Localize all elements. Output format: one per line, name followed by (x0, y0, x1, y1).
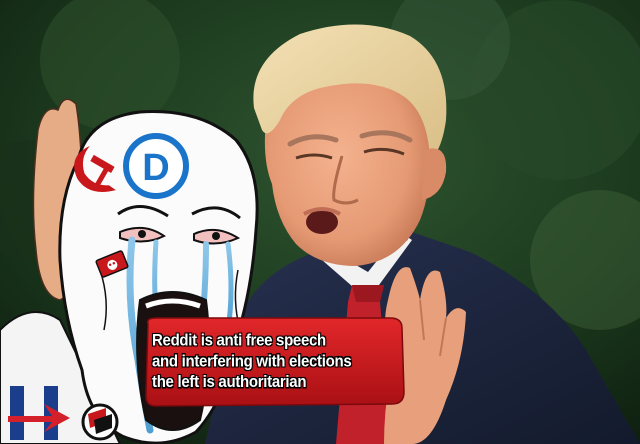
dnc-logo-icon: D (123, 133, 189, 199)
caption-line: and interfering with elections (152, 352, 352, 371)
dnc-letter: D (142, 147, 169, 189)
antifa-flag-icon (81, 403, 119, 441)
caption-text: Reddit is anti free speech and interferi… (152, 330, 398, 393)
caption-line: the left is authoritarian (152, 372, 307, 392)
caption-line: Reddit is anti free speech (152, 331, 326, 350)
